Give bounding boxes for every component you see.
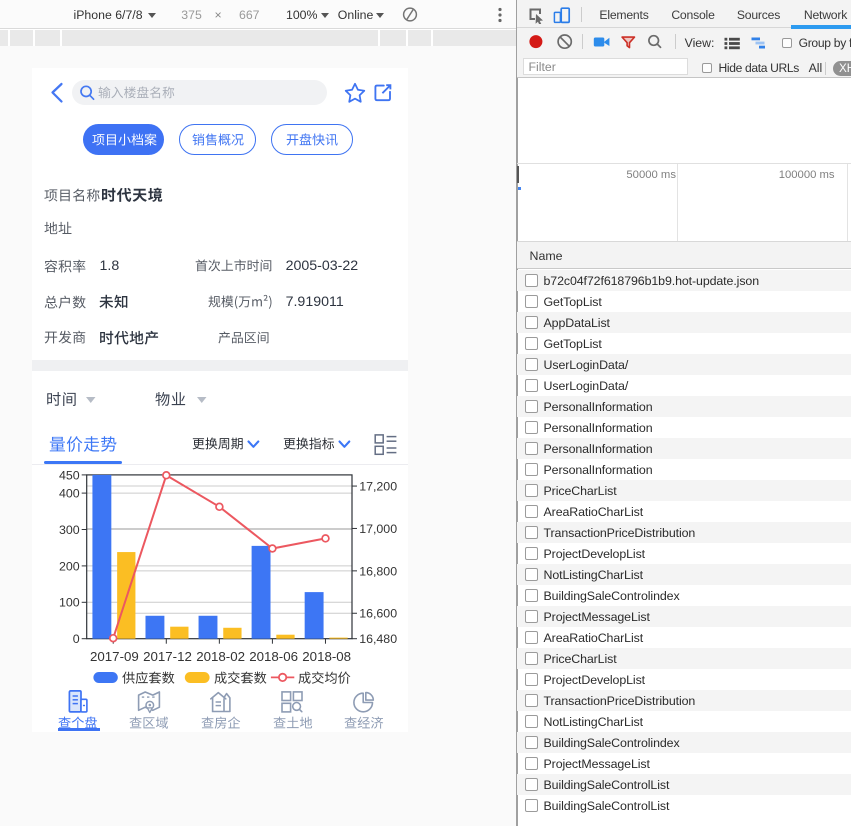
svg-text:200: 200 [59,559,80,573]
svg-text:2017-12: 2017-12 [143,649,192,664]
svg-text:400: 400 [59,487,80,501]
svg-text:0: 0 [73,632,80,646]
svg-text:17,200: 17,200 [359,479,397,493]
svg-text:16,480: 16,480 [359,632,397,646]
svg-text:2018-02: 2018-02 [196,649,245,664]
svg-text:16,800: 16,800 [359,564,397,578]
svg-text:17,000: 17,000 [359,522,397,536]
svg-text:100: 100 [59,596,80,610]
svg-text:450: 450 [59,468,80,482]
svg-text:2018-06: 2018-06 [249,649,298,664]
svg-text:2017-09: 2017-09 [90,649,139,664]
svg-text:2018-08: 2018-08 [302,649,351,664]
svg-text:16,600: 16,600 [359,607,397,621]
svg-text:300: 300 [59,523,80,537]
